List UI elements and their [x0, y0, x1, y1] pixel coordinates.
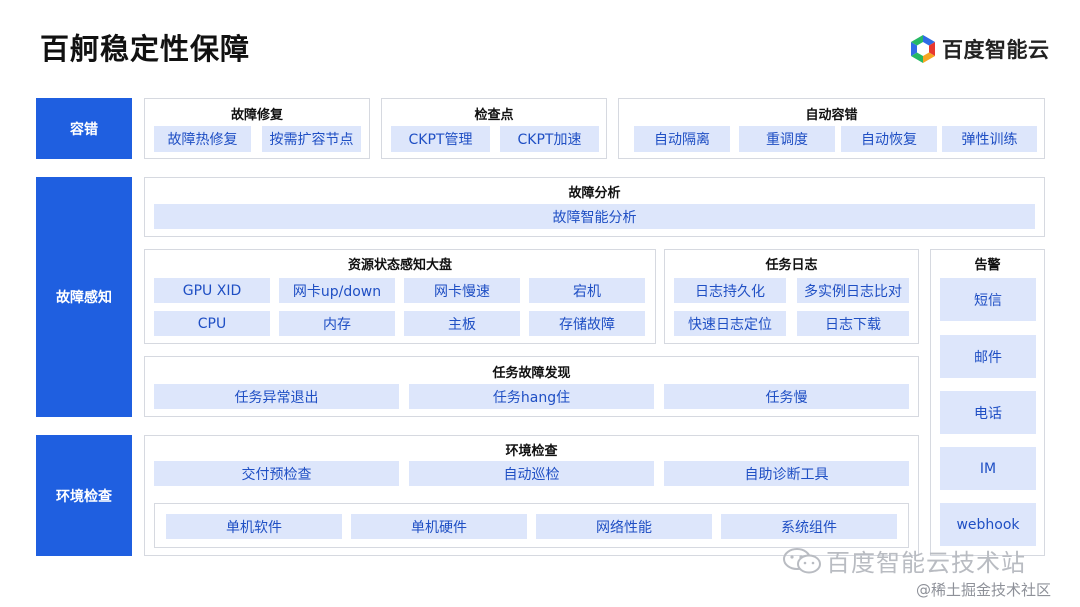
chip: 邮件 — [940, 335, 1036, 378]
chip: 存储故障 — [529, 311, 645, 336]
watermark-main: 百度智能云技术站 — [782, 543, 1026, 578]
chip: 故障智能分析 — [154, 204, 1035, 229]
task-log-box: 任务日志 日志持久化 多实例日志比对 快速日志定位 日志下载 — [664, 249, 919, 344]
chip: 按需扩容节点 — [262, 126, 361, 152]
chip: CKPT管理 — [391, 126, 490, 152]
watermark-sub: @稀土掘金技术社区 — [916, 581, 1052, 599]
resource-status-box: 资源状态感知大盘 GPU XID 网卡up/down 网卡慢速 宕机 CPU 内… — [144, 249, 656, 344]
chip: 电话 — [940, 391, 1036, 434]
chip: GPU XID — [154, 278, 270, 303]
chip: 系统组件 — [721, 514, 897, 539]
chip: 自动隔离 — [634, 126, 730, 152]
chip: webhook — [940, 503, 1036, 546]
box-title: 环境检查 — [505, 444, 558, 459]
fault-analysis-box: 故障分析 故障智能分析 — [144, 177, 1045, 237]
chip: CKPT加速 — [500, 126, 599, 152]
logo-text: 百度智能云 — [942, 38, 1050, 62]
chip: 宕机 — [529, 278, 645, 303]
side-label-env-check: 环境检查 — [36, 435, 132, 556]
box-title: 检查点 — [474, 108, 514, 123]
box-title: 告警 — [974, 258, 1001, 273]
chip: 单机软件 — [166, 514, 342, 539]
side-label-fault-awareness: 故障感知 — [36, 177, 132, 417]
chip: 网卡慢速 — [404, 278, 520, 303]
chip: 日志下载 — [797, 311, 909, 336]
chip: 短信 — [940, 278, 1036, 321]
chip: 弹性训练 — [942, 126, 1037, 152]
chip: 网卡up/down — [279, 278, 395, 303]
chip: 多实例日志比对 — [797, 278, 909, 303]
wechat-icon — [783, 547, 821, 573]
task-fault-box: 任务故障发现 任务异常退出 任务hang住 任务慢 — [144, 356, 919, 417]
chip: 交付预检查 — [154, 461, 399, 486]
env-check-inner-box: 单机软件 单机硬件 网络性能 系统组件 — [154, 503, 909, 548]
chip: 自动恢复 — [841, 126, 937, 152]
chip: 任务hang住 — [409, 384, 654, 409]
chip: 故障热修复 — [154, 126, 251, 152]
chip: 内存 — [279, 311, 395, 336]
env-check-box: 环境检查 交付预检查 自动巡检 自助诊断工具 单机软件 单机硬件 网络性能 系统… — [144, 435, 919, 556]
box-title: 任务故障发现 — [492, 366, 571, 381]
box-title: 任务日志 — [765, 258, 818, 273]
chip: 日志持久化 — [674, 278, 786, 303]
brand-logo: 百度智能云 — [908, 31, 1050, 67]
watermark-text: 百度智能云技术站 — [826, 549, 1026, 577]
chip: 自动巡检 — [409, 461, 654, 486]
chip: 快速日志定位 — [674, 311, 786, 336]
checkpoint-box: 检查点 CKPT管理 CKPT加速 — [381, 98, 607, 159]
fault-repair-box: 故障修复 故障热修复 按需扩容节点 — [144, 98, 370, 159]
box-title: 故障修复 — [230, 108, 283, 123]
side-label-fault-tolerance: 容错 — [36, 98, 132, 159]
page-title: 百舸稳定性保障 — [40, 32, 251, 66]
chip: 单机硬件 — [351, 514, 527, 539]
chip: 任务慢 — [664, 384, 909, 409]
chip: CPU — [154, 311, 270, 336]
chip: IM — [940, 447, 1036, 490]
box-title: 自动容错 — [805, 108, 858, 123]
chip: 任务异常退出 — [154, 384, 399, 409]
chip: 主板 — [404, 311, 520, 336]
alert-box: 告警 短信 邮件 电话 IM webhook — [930, 249, 1045, 556]
chip: 自助诊断工具 — [664, 461, 909, 486]
chip: 网络性能 — [536, 514, 712, 539]
box-title: 资源状态感知大盘 — [347, 258, 452, 273]
box-title: 故障分析 — [568, 186, 621, 201]
baidu-cloud-logo-icon — [911, 35, 935, 63]
chip: 重调度 — [739, 126, 835, 152]
auto-fault-tolerance-box: 自动容错 自动隔离 重调度 自动恢复 弹性训练 — [618, 98, 1045, 159]
